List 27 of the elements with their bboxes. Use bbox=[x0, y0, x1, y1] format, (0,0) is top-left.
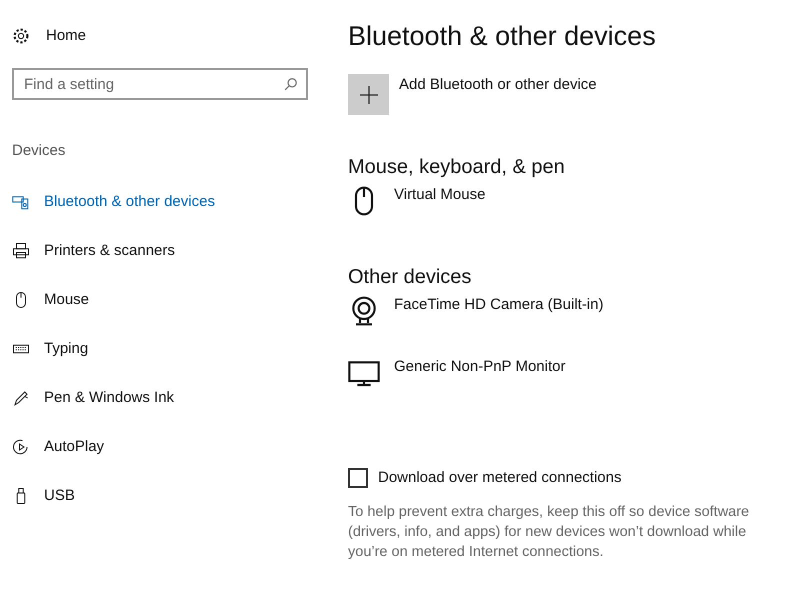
nav-item[interactable]: Mouse bbox=[12, 276, 332, 324]
autoplay-icon bbox=[12, 438, 30, 456]
nav-item[interactable]: Pen & Windows Ink bbox=[12, 374, 332, 422]
checkbox[interactable] bbox=[348, 468, 368, 488]
printer-icon bbox=[12, 242, 30, 260]
checkbox-label[interactable]: Download over metered connections bbox=[378, 467, 622, 490]
nav-item[interactable]: USB bbox=[12, 472, 332, 520]
nav-item[interactable]: Typing bbox=[12, 324, 332, 374]
add-device-label[interactable]: Add Bluetooth or other device bbox=[399, 74, 597, 96]
section-label: Devices bbox=[12, 141, 66, 161]
search-field[interactable]: Find a setting bbox=[12, 68, 308, 100]
device-item[interactable]: Virtual Mouse bbox=[348, 185, 790, 223]
plus-icon bbox=[360, 86, 378, 104]
description-text: To help prevent extra charges, keep this off so device software (drivers, info, and apps) for new devices won’t download while you’re on metered Internet connections. bbox=[348, 502, 750, 562]
search-icon[interactable] bbox=[284, 77, 298, 91]
nav-item[interactable]: AutoPlay bbox=[12, 422, 332, 472]
settings-icon[interactable] bbox=[12, 27, 30, 45]
page-title: Bluetooth & other devices bbox=[348, 20, 657, 53]
device-item[interactable]: Generic Non-PnP Monitor bbox=[348, 357, 790, 395]
device-item[interactable]: FaceTime HD Camera (Built-in) bbox=[348, 295, 790, 333]
nav-item[interactable]: Bluetooth & other devices bbox=[12, 178, 332, 226]
add-device-button[interactable] bbox=[348, 74, 389, 115]
home-link[interactable]: Home bbox=[46, 24, 86, 48]
pen-icon bbox=[12, 389, 30, 407]
section-heading: Other devices bbox=[348, 265, 472, 290]
section-heading: Mouse, keyboard, & pen bbox=[348, 155, 566, 180]
nav-item[interactable]: Printers & scanners bbox=[12, 226, 332, 276]
